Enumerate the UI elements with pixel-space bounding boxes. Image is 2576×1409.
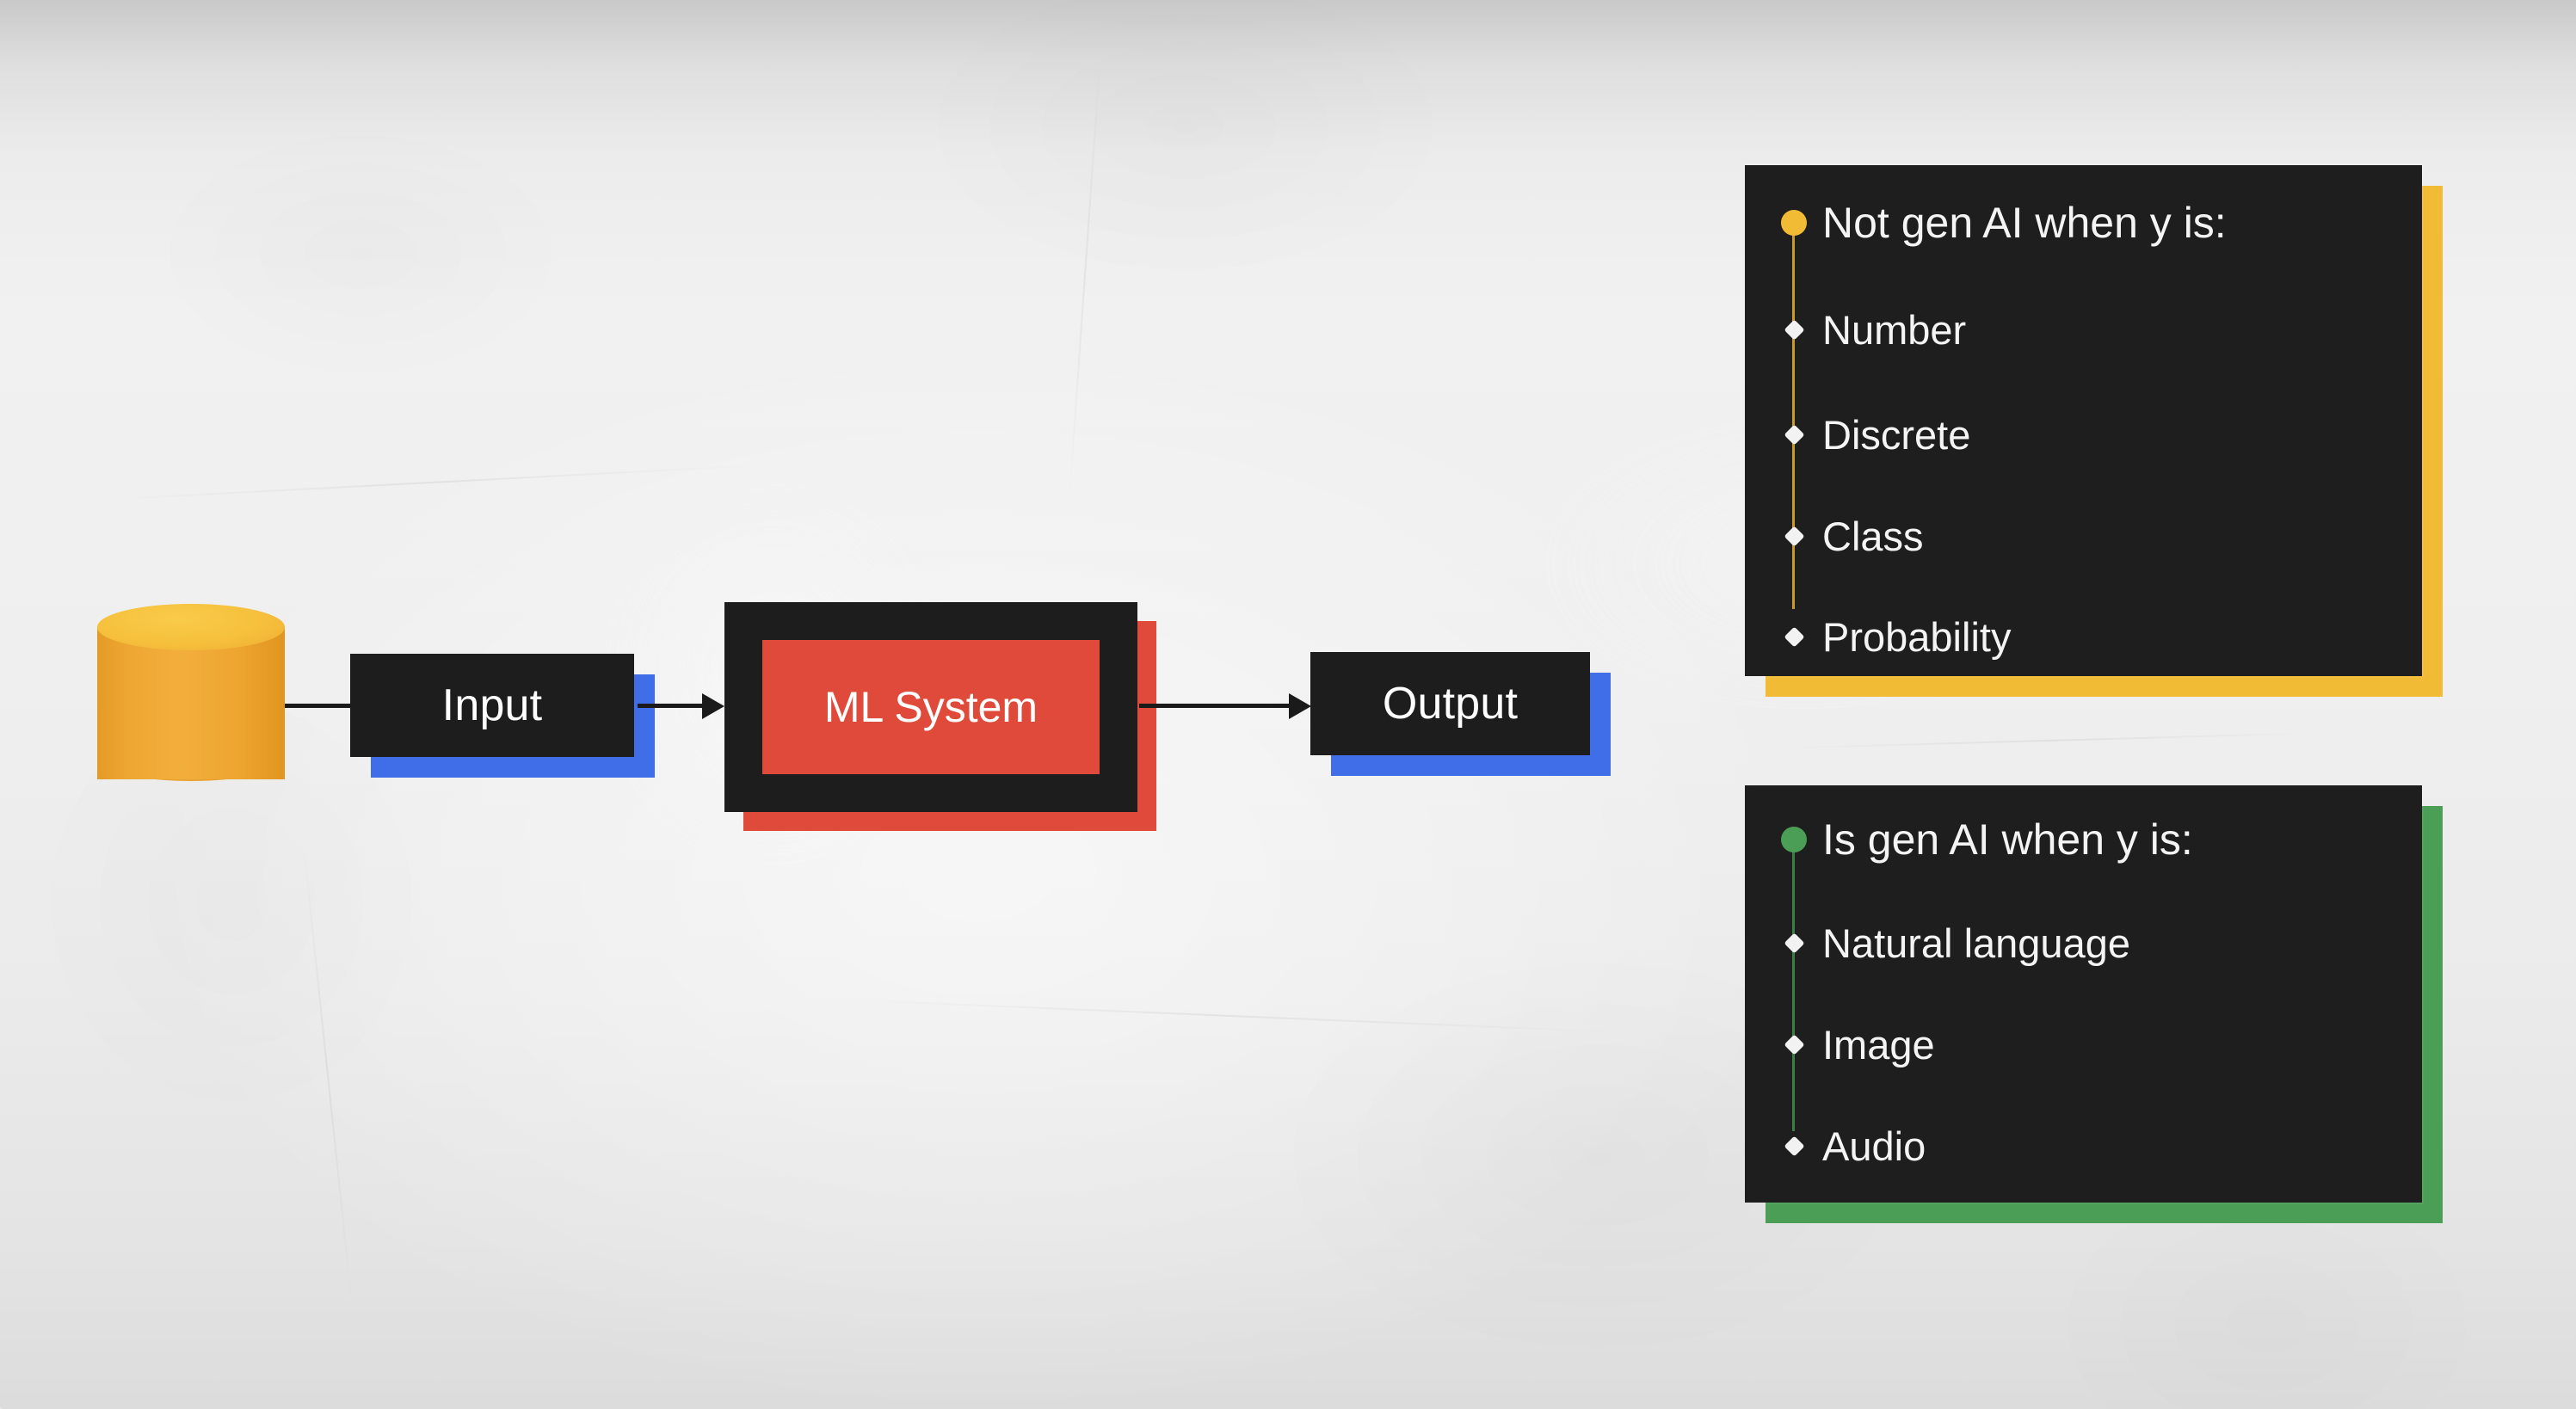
card-is-gen-ai-face: Is gen AI when y is: Natural language Im… [1745, 785, 2422, 1203]
list-item-label: Class [1822, 514, 1924, 559]
node-ml-system-inner-panel: ML System [762, 640, 1100, 774]
node-ml-system-label: ML System [823, 683, 1038, 731]
bullet-dot-wrap [1774, 210, 1814, 236]
diamond-bullet-icon [1783, 526, 1805, 547]
card-not-gen-ai[interactable]: Not gen AI when y is: Number Discrete Cl… [1745, 165, 2443, 697]
bullet-dot-wrap [1774, 1135, 1814, 1157]
list-item[interactable]: Natural language [1774, 923, 2130, 963]
list-item[interactable]: Number [1774, 310, 1966, 350]
arrowhead-to-mlsystem [702, 693, 724, 719]
list-item[interactable]: Discrete [1774, 415, 1970, 455]
cylinder-top [97, 604, 285, 650]
node-output-label: Output [1382, 679, 1519, 729]
list-item-label: Natural language [1822, 920, 2130, 966]
card-not-gen-ai-face: Not gen AI when y is: Number Discrete Cl… [1745, 165, 2422, 676]
ml-pipeline-diagram: Input ML System Output [0, 0, 1721, 1409]
connector-mlsystem-output [1139, 704, 1303, 708]
card-is-gen-ai[interactable]: Is gen AI when y is: Natural language Im… [1745, 785, 2443, 1223]
database-cylinder-icon [97, 604, 285, 800]
node-output-face: Output [1310, 652, 1590, 755]
node-output[interactable]: Output [1310, 652, 1611, 776]
bullet-dot-wrap [1774, 424, 1814, 446]
card-not-gen-ai-heading-row: Not gen AI when y is: [1774, 201, 2227, 244]
node-input-label: Input [441, 680, 543, 730]
connector-input-mlsystem [638, 704, 705, 708]
diamond-bullet-icon [1783, 1135, 1805, 1157]
list-item-label: Probability [1822, 614, 2012, 660]
list-item-label: Discrete [1822, 412, 1971, 458]
list-item-label: Image [1822, 1022, 1935, 1068]
bullet-dot-wrap [1774, 932, 1814, 954]
node-input-face: Input [350, 654, 634, 757]
connector-datastore-input [285, 704, 352, 708]
list-item-label: Number [1822, 307, 1967, 353]
node-input[interactable]: Input [350, 654, 655, 778]
diamond-bullet-icon [1783, 932, 1805, 954]
list-item[interactable]: Image [1774, 1024, 1935, 1065]
heading-dot-icon [1781, 827, 1807, 852]
heading-dot-icon [1781, 210, 1807, 236]
card-is-gen-ai-heading-row: Is gen AI when y is: [1774, 818, 2193, 861]
slide-canvas: Input ML System Output Not gen AI when y… [0, 0, 2576, 1409]
list-item[interactable]: Audio [1774, 1126, 1926, 1166]
diamond-bullet-icon [1783, 424, 1805, 446]
list-item-label: Audio [1822, 1123, 1926, 1169]
paper-crease [1772, 732, 2323, 749]
list-item[interactable]: Probability [1774, 617, 2011, 657]
bullet-dot-wrap [1774, 319, 1814, 341]
list-item[interactable]: Class [1774, 516, 1924, 557]
bullet-dot-wrap [1774, 827, 1814, 852]
arrowhead-to-output [1289, 693, 1311, 719]
diamond-bullet-icon [1783, 626, 1805, 648]
card-is-gen-ai-rail [1792, 839, 1795, 1131]
bullet-dot-wrap [1774, 526, 1814, 547]
node-ml-system[interactable]: ML System [724, 602, 1156, 831]
bullet-dot-wrap [1774, 1034, 1814, 1055]
diamond-bullet-icon [1783, 1034, 1805, 1055]
card-not-gen-ai-heading: Not gen AI when y is: [1822, 199, 2227, 247]
card-is-gen-ai-heading: Is gen AI when y is: [1822, 815, 2193, 864]
bullet-dot-wrap [1774, 626, 1814, 648]
diamond-bullet-icon [1783, 319, 1805, 341]
